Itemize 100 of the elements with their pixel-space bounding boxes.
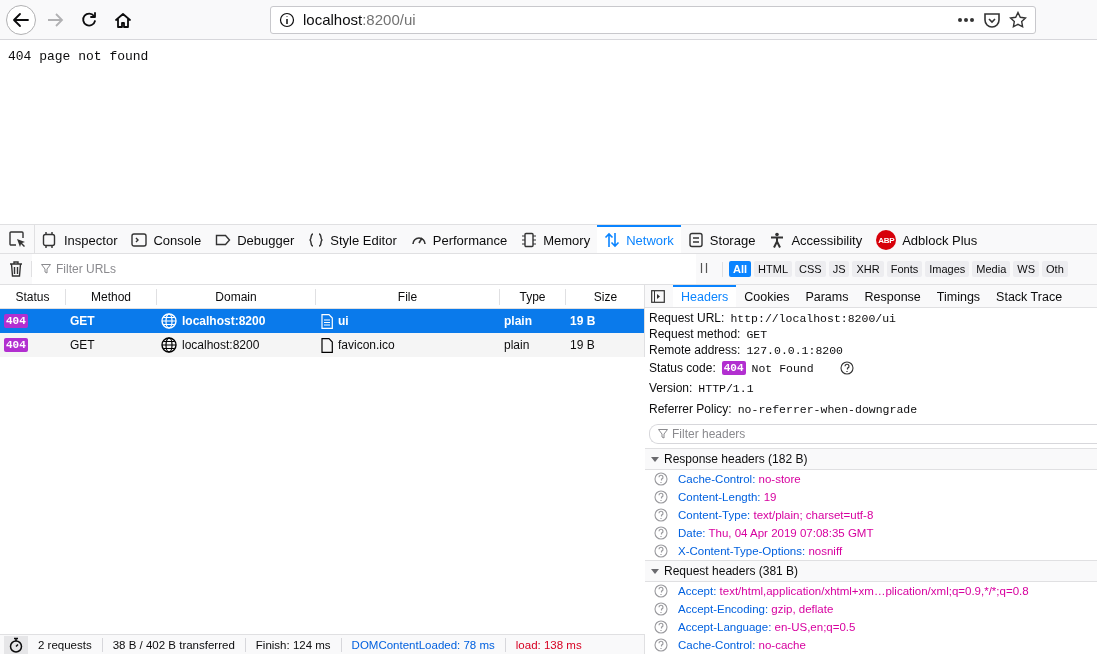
detail-tab[interactable]: Timings	[928, 285, 989, 307]
type-filter-button[interactable]: JS	[828, 261, 850, 277]
devtools-tab[interactable]: Console	[124, 225, 209, 253]
type-text: plain	[504, 338, 530, 352]
type-filter-button[interactable]: Media	[972, 261, 1011, 277]
stopwatch-icon[interactable]	[8, 636, 24, 653]
field-label: Request method:	[649, 327, 741, 341]
type-filter-button[interactable]: WS	[1013, 261, 1039, 277]
pause-icon[interactable]	[700, 261, 708, 274]
field-value: GET	[746, 327, 768, 341]
column-header[interactable]: Type	[500, 288, 566, 305]
file-icon	[321, 337, 333, 353]
devtools-tab[interactable]: Performance	[403, 225, 515, 253]
filter-urls-field[interactable]: Filter URLs	[32, 254, 696, 284]
debugger-icon	[215, 232, 232, 248]
info-icon[interactable]	[279, 11, 295, 28]
inspector-icon	[42, 232, 58, 248]
status-text: Not Found	[751, 361, 814, 375]
section-header[interactable]: Request headers (381 B)	[645, 560, 1097, 582]
status-text: 38 B / 402 B transferred	[102, 637, 246, 652]
header-value: no-store	[758, 473, 801, 485]
type-filter-button[interactable]: CSS	[795, 261, 826, 277]
section-header[interactable]: Response headers (182 B)	[645, 448, 1097, 470]
type-filter-button[interactable]: Oth	[1042, 261, 1068, 277]
size-text: 19 B	[570, 338, 595, 352]
header-value: 19	[763, 491, 777, 503]
request-row[interactable]: 404 GET localhost:8200 ui plain 19 B	[0, 309, 644, 333]
field-label: Version:	[649, 381, 693, 395]
arrows-icon	[604, 232, 621, 248]
page-text: 404 page not found	[8, 49, 149, 64]
help-icon[interactable]	[839, 361, 854, 375]
address-bar[interactable]: localhost:8200/ui	[270, 5, 1036, 34]
header-value: en-US,en;q=0.5	[774, 621, 856, 633]
field-value: HTTP/1.1	[698, 381, 754, 395]
storage-icon	[687, 232, 704, 248]
type-filter-button[interactable]: XHR	[852, 261, 884, 277]
accessibility-icon	[769, 232, 786, 248]
adblock-icon: ABP	[876, 230, 897, 250]
header-name: Accept-Language:	[678, 621, 772, 633]
forward-arrow-icon	[46, 10, 64, 29]
request-row[interactable]: 404 GET localhost:8200 favicon.ico plain 19 B	[0, 333, 644, 357]
method-text: GET	[70, 338, 95, 352]
detail-tab[interactable]: Headers	[673, 285, 737, 307]
header-name: Content-Length:	[678, 491, 761, 503]
status-text: DOMContentLoaded: 78 ms	[341, 637, 506, 652]
column-header[interactable]: Status	[0, 288, 66, 305]
type-filter-button[interactable]: Images	[925, 261, 970, 277]
devtools-tab[interactable]: Storage	[680, 225, 763, 253]
type-filter-button[interactable]: Fonts	[886, 261, 923, 277]
element-picker-icon[interactable]	[8, 230, 26, 248]
status-badge: 404	[721, 361, 746, 375]
status-text: 2 requests	[28, 637, 103, 652]
header-name: Cache-Control:	[678, 473, 756, 485]
column-header[interactable]: Size	[566, 288, 645, 305]
devtools-tab[interactable]: Memory	[514, 225, 598, 253]
detail-tab[interactable]: Params	[797, 285, 857, 307]
detail-tab[interactable]: Cookies	[736, 285, 798, 307]
field-label: Request URL:	[649, 311, 725, 325]
devtools-tab[interactable]: Style Editor	[301, 225, 404, 253]
header-name: Accept:	[678, 585, 717, 597]
filter-headers-field[interactable]: Filter headers	[649, 424, 1097, 444]
devtools-tab[interactable]: ABP Adblock Plus	[869, 225, 985, 253]
sidebar-toggle-icon[interactable]	[651, 289, 665, 303]
file-name: favicon.ico	[338, 338, 395, 352]
field-label: Status code:	[649, 361, 716, 375]
devtools-tab[interactable]: Inspector	[35, 225, 125, 253]
status-text: Finish: 124 ms	[245, 637, 342, 652]
field-value: http://localhost:8200/ui	[730, 311, 896, 325]
type-filter-button[interactable]: HTML	[754, 261, 792, 277]
star-icon[interactable]	[1009, 10, 1027, 29]
header-name: Date:	[678, 527, 706, 539]
field-label: Remote address:	[649, 343, 741, 357]
globe-icon	[161, 313, 177, 329]
header-name: Cache-Control:	[678, 639, 756, 651]
header-value: gzip, deflate	[771, 603, 834, 615]
pocket-icon[interactable]	[983, 10, 1001, 29]
field-value: 127.0.0.1:8200	[746, 343, 843, 357]
devtools-tab[interactable]: Network	[597, 225, 681, 253]
back-button[interactable]	[6, 4, 36, 35]
devtools-tab[interactable]: Debugger	[208, 225, 302, 253]
file-name: ui	[338, 314, 349, 328]
caret-icon	[651, 567, 659, 575]
globe-icon	[161, 337, 177, 353]
column-header[interactable]: Method	[66, 288, 157, 305]
devtools-tab[interactable]: Accessibility	[762, 225, 870, 253]
url-path: :8200/ui	[362, 11, 416, 28]
header-value: nosniff	[808, 545, 843, 557]
column-header[interactable]: File	[316, 288, 500, 305]
header-value: Thu, 04 Apr 2019 07:08:35 GMT	[708, 527, 874, 539]
home-icon	[114, 10, 132, 29]
console-icon	[131, 232, 148, 248]
header-value: text/html,application/xhtml+xm…plication/xml;q=0.9,*/*;q=0.8	[719, 585, 1029, 597]
more-icon[interactable]	[957, 16, 975, 23]
detail-tab[interactable]: Response	[856, 285, 929, 307]
type-text: plain	[504, 314, 532, 328]
header-name: Content-Type:	[678, 509, 751, 521]
column-header[interactable]: Domain	[157, 288, 316, 305]
type-filter-button[interactable]: All	[729, 261, 752, 277]
trash-icon[interactable]	[9, 261, 23, 277]
detail-tab[interactable]: Stack Trace	[988, 285, 1071, 307]
